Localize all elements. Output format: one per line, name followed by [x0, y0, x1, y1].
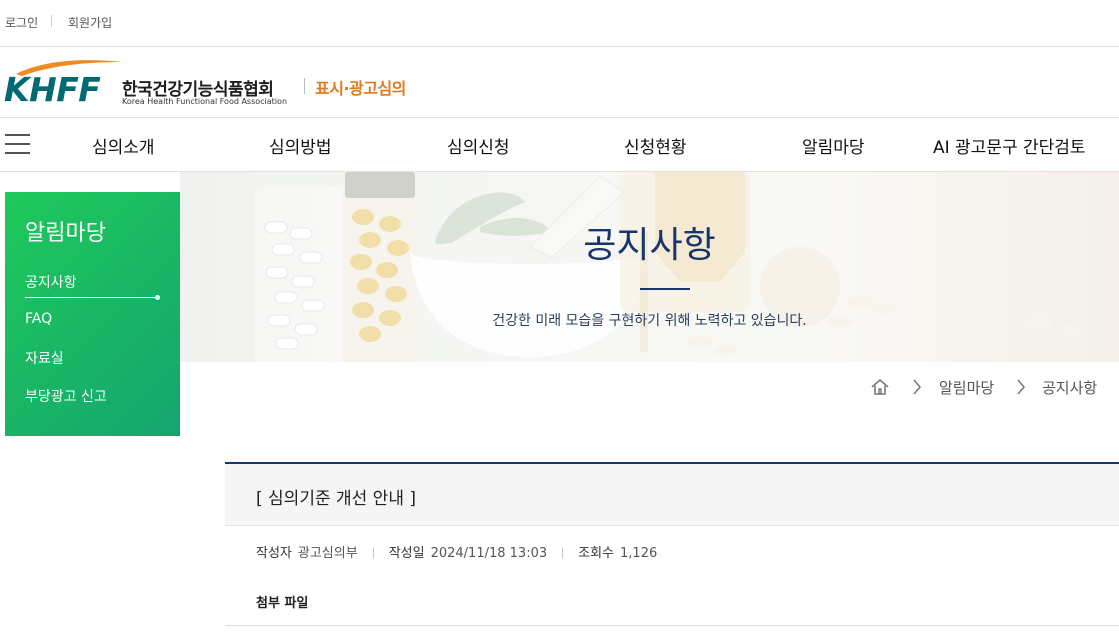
chevron-right-icon	[1017, 379, 1025, 395]
attachment-label: 첨부 파일	[256, 596, 309, 611]
nav-item-apply[interactable]: 심의신청	[447, 133, 510, 158]
breadcrumb-item-notice-board[interactable]: 알림마당	[939, 377, 994, 398]
meta-divider	[562, 548, 564, 559]
attachment-divider	[225, 625, 1119, 626]
date-value: 2024/11/18 13:03	[430, 546, 548, 561]
sidebar-item-library[interactable]: 자료실	[25, 348, 64, 368]
logo-mark: KHFF	[4, 70, 101, 109]
meta-divider	[372, 548, 374, 559]
article-view: [ 심의기준 개선 안내 ]	[225, 462, 1119, 526]
hamburger-icon[interactable]	[5, 134, 30, 156]
nav-item-notice[interactable]: 알림마당	[802, 133, 865, 158]
sidebar-item-notice[interactable]: 공지사항	[25, 272, 77, 292]
nav-item-ai-review[interactable]: AI 광고문구 간단검토	[933, 133, 1086, 158]
page-banner: 공지사항 건강한 미래 모습을 구현하기 위해 노력하고 있습니다.	[180, 172, 1119, 362]
banner-title: 공지사항	[583, 225, 716, 266]
nav-item-status[interactable]: 신청현황	[624, 133, 687, 158]
views-label: 조회수	[578, 546, 615, 561]
breadcrumb-item-notice[interactable]: 공지사항	[1042, 377, 1097, 398]
views-value: 1,126	[620, 546, 658, 561]
chevron-right-icon	[913, 379, 921, 395]
article-header: [ 심의기준 개선 안내 ]	[225, 464, 1119, 526]
join-link[interactable]: 회원가입	[68, 14, 112, 31]
utility-bar: 로그인 회원가입	[0, 0, 1119, 47]
sidebar-active-dot	[155, 295, 160, 300]
utility-divider	[51, 15, 52, 27]
sidebar-active-underline	[25, 297, 160, 298]
home-icon[interactable]	[870, 378, 890, 396]
nav-item-intro[interactable]: 심의소개	[92, 133, 155, 158]
article-title: [ 심의기준 개선 안내 ]	[256, 489, 416, 509]
date-label: 작성일	[388, 546, 425, 561]
article-meta: 작성자 광고심의부 작성일 2024/11/18 13:03 조회수 1,126	[256, 542, 657, 561]
author-value: 광고심의부	[297, 546, 358, 561]
site-logo[interactable]: KHFF 한국건강기능식품협회 Korea Health Functional …	[4, 58, 444, 110]
logo-name-en: Korea Health Functional Food Association	[122, 97, 288, 106]
sidebar: 알림마당 공지사항 FAQ 자료실 부당광고 신고	[5, 192, 180, 436]
banner-subtitle: 건강한 미래 모습을 구현하기 위해 노력하고 있습니다.	[492, 313, 807, 329]
login-link[interactable]: 로그인	[5, 14, 38, 31]
author-label: 작성자	[256, 546, 292, 561]
sidebar-title: 알림마당	[25, 221, 106, 246]
main-nav: 심의소개 심의방법 심의신청 신청현황 알림마당 AI 광고문구 간단검토	[0, 117, 1119, 172]
nav-item-method[interactable]: 심의방법	[269, 133, 332, 158]
logo-divider	[304, 78, 305, 94]
logo-service-name: 표시·광고심의	[315, 79, 406, 98]
banner-title-underline	[640, 288, 690, 290]
sidebar-item-report[interactable]: 부당광고 신고	[25, 386, 107, 406]
sidebar-item-faq[interactable]: FAQ	[25, 311, 52, 327]
